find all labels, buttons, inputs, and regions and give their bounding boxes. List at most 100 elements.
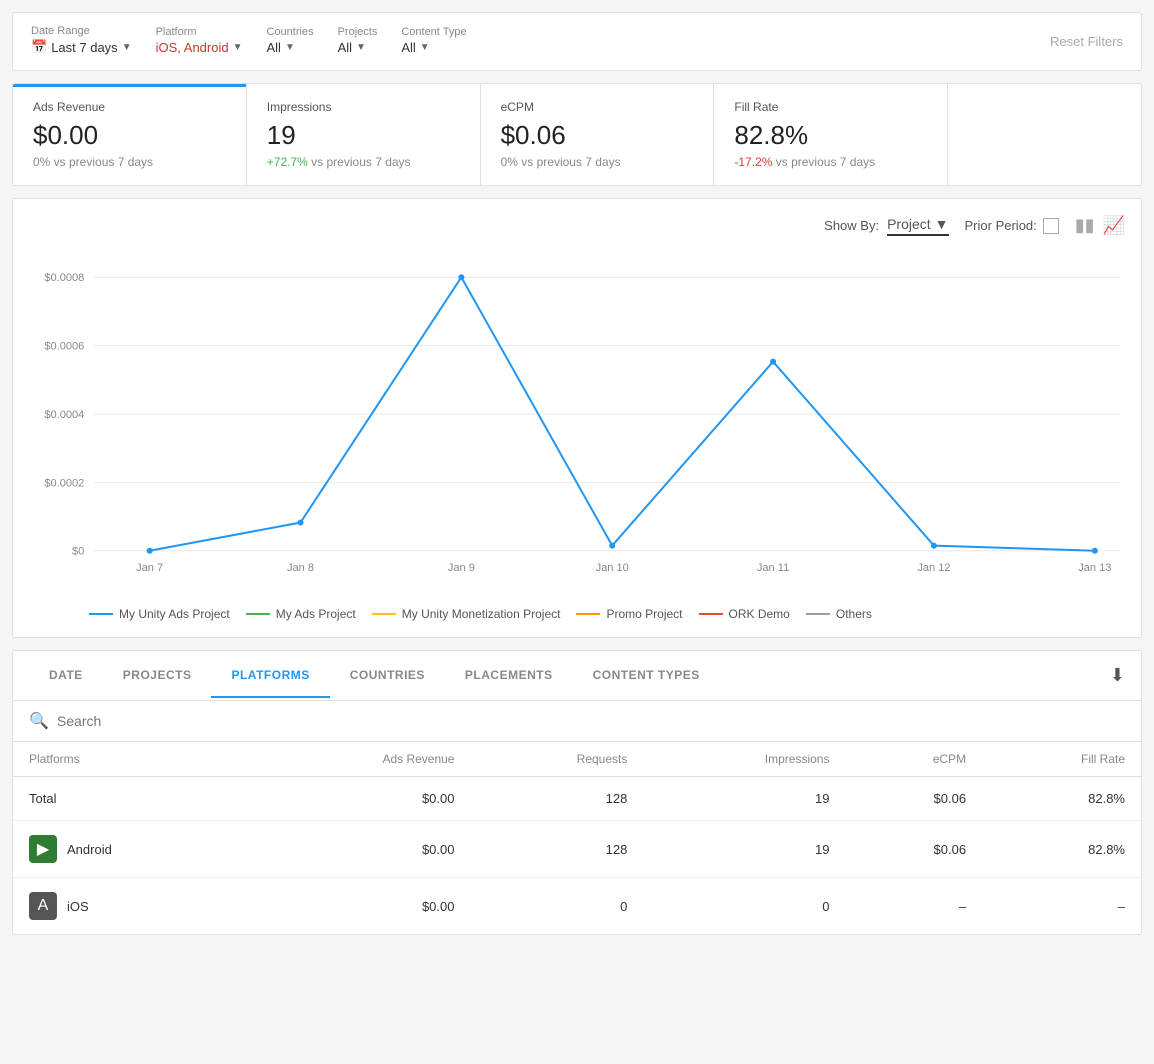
- chevron-down-icon: ▼: [420, 42, 430, 53]
- projects-label: Projects: [338, 26, 378, 38]
- metric-card-impressions[interactable]: Impressions 19 +72.7% vs previous 7 days: [247, 84, 481, 185]
- svg-text:Jan 9: Jan 9: [448, 562, 475, 574]
- search-icon: 🔍: [29, 711, 49, 731]
- total-fill-rate: 82.8%: [982, 777, 1141, 821]
- show-by-value: Project: [887, 216, 931, 232]
- prior-period-checkbox[interactable]: [1043, 218, 1059, 234]
- ios-requests: 0: [470, 878, 643, 935]
- chart-controls: Show By: Project ▼ Prior Period: ▮▮ 📈: [29, 215, 1125, 236]
- total-requests: 128: [470, 777, 643, 821]
- metrics-row: Ads Revenue $0.00 0% vs previous 7 days …: [12, 83, 1142, 186]
- total-ads-revenue: $0.00: [253, 777, 470, 821]
- legend-label: Promo Project: [606, 607, 682, 621]
- svg-text:Jan 7: Jan 7: [136, 562, 163, 574]
- calendar-icon: 📅: [31, 39, 47, 55]
- date-range-select[interactable]: 📅 Last 7 days ▼: [31, 39, 132, 58]
- col-impressions: Impressions: [643, 742, 845, 777]
- reset-filters-button[interactable]: Reset Filters: [1050, 34, 1123, 49]
- metric-card-empty: [948, 84, 1141, 185]
- legend-item-ads: My Ads Project: [246, 607, 356, 621]
- ios-ads-revenue: $0.00: [253, 878, 470, 935]
- legend-item-unity-ads: My Unity Ads Project: [89, 607, 230, 621]
- metric-card-fill-rate[interactable]: Fill Rate 82.8% -17.2% vs previous 7 day…: [714, 84, 948, 185]
- legend-label: My Unity Monetization Project: [402, 607, 561, 621]
- legend-color: [246, 613, 270, 615]
- filter-bar: Date Range 📅 Last 7 days ▼ Platform iOS,…: [12, 12, 1142, 71]
- ios-ecpm: –: [845, 878, 982, 935]
- content-type-select[interactable]: All ▼: [401, 40, 466, 58]
- tab-placements[interactable]: PLACEMENTS: [445, 654, 573, 698]
- projects-select[interactable]: All ▼: [338, 40, 378, 58]
- metric-value: $0.00: [33, 120, 226, 151]
- countries-select[interactable]: All ▼: [267, 40, 314, 58]
- legend-item-promo: Promo Project: [576, 607, 682, 621]
- ios-label: iOS: [67, 899, 89, 914]
- date-range-label: Date Range: [31, 25, 132, 37]
- chevron-down-icon: ▼: [233, 42, 243, 53]
- svg-text:Jan 8: Jan 8: [287, 562, 314, 574]
- chart-legend: My Unity Ads Project My Ads Project My U…: [29, 607, 1125, 621]
- metric-card-ecpm[interactable]: eCPM $0.06 0% vs previous 7 days: [481, 84, 715, 185]
- tab-date[interactable]: DATE: [29, 654, 103, 698]
- svg-text:Jan 11: Jan 11: [757, 562, 789, 574]
- tab-platforms[interactable]: PLATFORMS: [211, 654, 329, 698]
- countries-value: All: [267, 40, 281, 55]
- legend-color: [576, 613, 600, 615]
- metric-name: Impressions: [267, 100, 460, 114]
- legend-label: My Unity Ads Project: [119, 607, 230, 621]
- legend-item-ork: ORK Demo: [699, 607, 790, 621]
- metric-card-ads-revenue[interactable]: Ads Revenue $0.00 0% vs previous 7 days: [13, 84, 247, 185]
- download-icon[interactable]: ⬇: [1110, 651, 1125, 700]
- col-fill-rate: Fill Rate: [982, 742, 1141, 777]
- chart-type-icons: ▮▮ 📈: [1075, 215, 1125, 236]
- metric-value: 82.8%: [734, 120, 927, 151]
- total-ecpm: $0.06: [845, 777, 982, 821]
- table-row-ios: A iOS $0.00 0 0 – –: [13, 878, 1141, 935]
- svg-text:Jan 10: Jan 10: [596, 562, 629, 574]
- content-type-value: All: [401, 40, 415, 55]
- metric-name: Ads Revenue: [33, 100, 226, 114]
- legend-color: [806, 613, 830, 615]
- android-ecpm[interactable]: $0.06: [845, 821, 982, 878]
- countries-label: Countries: [267, 26, 314, 38]
- prior-period-control: Prior Period:: [965, 218, 1059, 234]
- legend-label: My Ads Project: [276, 607, 356, 621]
- table-header-row: Platforms Ads Revenue Requests Impressio…: [13, 742, 1141, 777]
- platforms-table: Platforms Ads Revenue Requests Impressio…: [13, 742, 1141, 934]
- svg-text:Jan 13: Jan 13: [1078, 562, 1111, 574]
- show-by-select[interactable]: Project ▼: [887, 216, 948, 236]
- tab-countries[interactable]: COUNTRIES: [330, 654, 445, 698]
- line-chart-icon[interactable]: 📈: [1103, 215, 1125, 236]
- table-row-total: Total $0.00 128 19 $0.06 82.8%: [13, 777, 1141, 821]
- chart-section: Show By: Project ▼ Prior Period: ▮▮ 📈 $0…: [12, 198, 1142, 638]
- legend-color: [372, 613, 396, 615]
- tab-projects[interactable]: PROJECTS: [103, 654, 212, 698]
- metric-compare: +72.7% vs previous 7 days: [267, 155, 460, 169]
- svg-text:$0.0006: $0.0006: [44, 341, 84, 353]
- date-range-value: Last 7 days: [51, 40, 118, 55]
- chevron-down-icon: ▼: [356, 42, 366, 53]
- platform-filter: Platform iOS, Android ▼: [156, 26, 243, 58]
- platform-select[interactable]: iOS, Android ▼: [156, 40, 243, 58]
- platform-value: iOS, Android: [156, 40, 229, 55]
- date-range-filter: Date Range 📅 Last 7 days ▼: [31, 25, 132, 58]
- table-section: DATE PROJECTS PLATFORMS COUNTRIES PLACEM…: [12, 650, 1142, 935]
- revenue-chart: $0.0008 $0.0006 $0.0004 $0.0002 $0 Jan 7…: [29, 252, 1125, 592]
- countries-filter: Countries All ▼: [267, 26, 314, 58]
- projects-value: All: [338, 40, 352, 55]
- android-impressions: 19: [643, 821, 845, 878]
- show-by-control: Show By: Project ▼: [824, 216, 948, 236]
- search-bar: 🔍: [13, 701, 1141, 742]
- chevron-down-icon: ▼: [285, 42, 295, 53]
- col-platform: Platforms: [13, 742, 253, 777]
- prior-period-label: Prior Period:: [965, 218, 1037, 233]
- tab-content-types[interactable]: CONTENT TYPES: [573, 654, 720, 698]
- table-tabs: DATE PROJECTS PLATFORMS COUNTRIES PLACEM…: [13, 651, 1141, 701]
- col-ads-revenue: Ads Revenue: [253, 742, 470, 777]
- legend-color: [89, 613, 113, 615]
- search-input[interactable]: [57, 713, 1125, 729]
- svg-text:$0.0002: $0.0002: [44, 477, 84, 489]
- platform-label: Platform: [156, 26, 243, 38]
- bar-chart-icon[interactable]: ▮▮: [1075, 215, 1095, 236]
- total-impressions: 19: [643, 777, 845, 821]
